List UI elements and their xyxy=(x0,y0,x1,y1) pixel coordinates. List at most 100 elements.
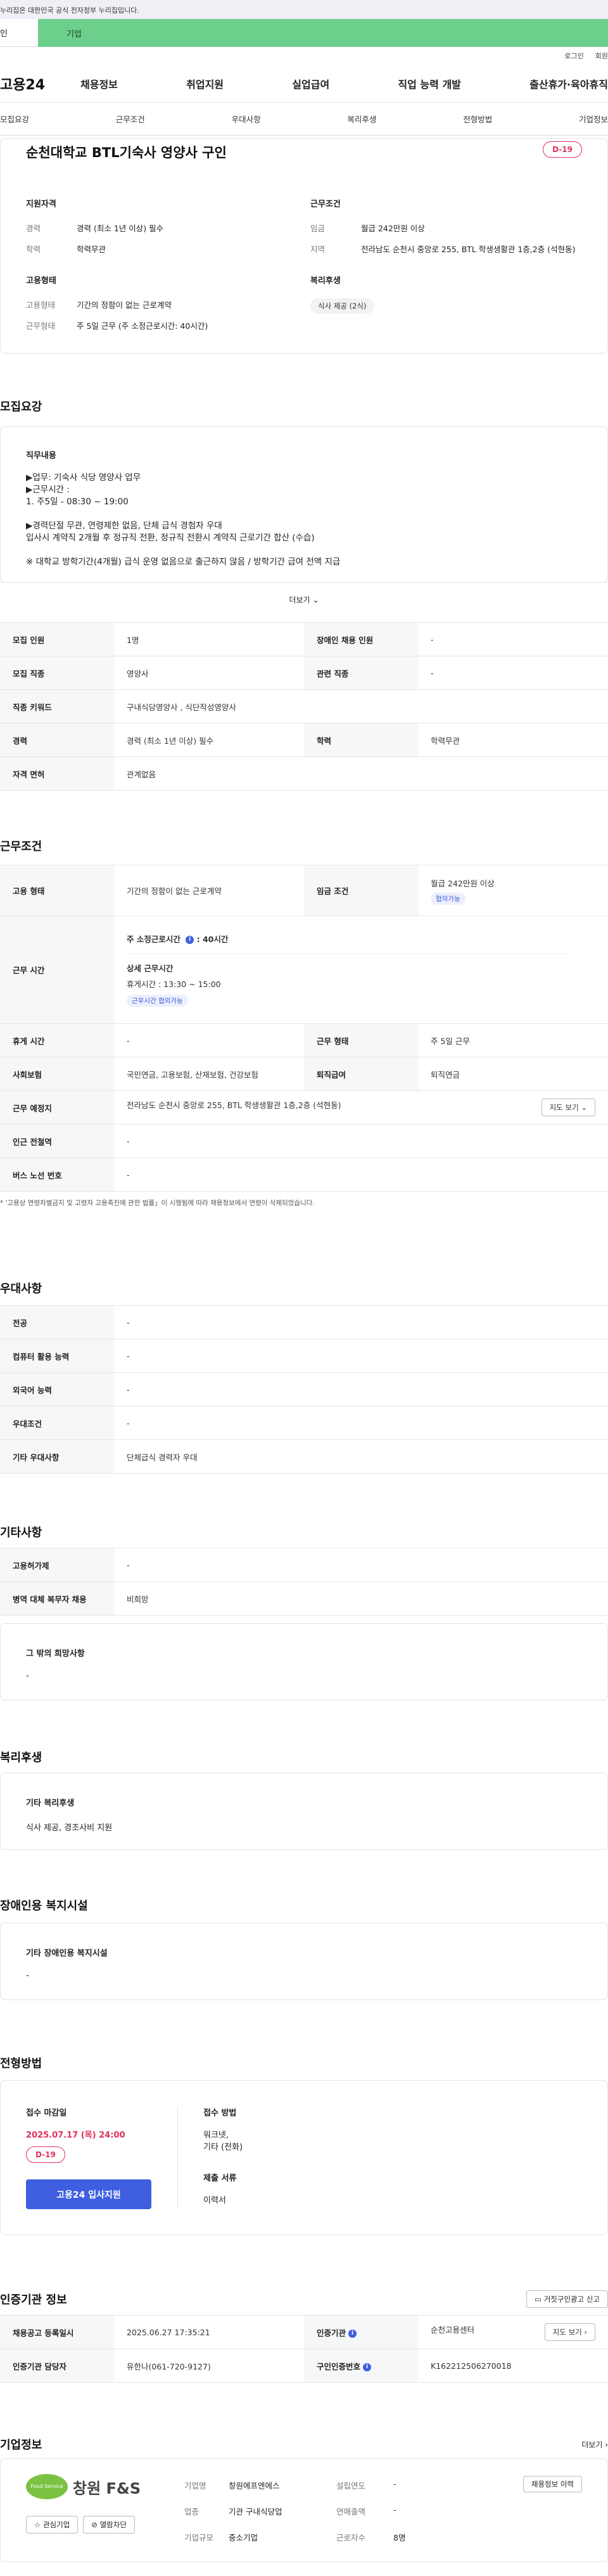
pref-table: 전공 - 컴퓨터 활용 능력 - 외국어 능력 - 우대조건 - 기타 우대사항 단체급식… xyxy=(0,1305,608,1474)
apply-button[interactable]: 고용24 입사지원 xyxy=(26,2179,151,2209)
tab-benefits[interactable]: 복리후생 xyxy=(347,113,376,125)
negotiable-tag: 협의가능 xyxy=(431,892,466,905)
etc-other-value: - xyxy=(26,1671,29,1681)
row-label: 고용 형태 xyxy=(0,865,114,916)
site-logo[interactable]: 고용24 xyxy=(0,73,80,94)
usertype-personal-tab[interactable]: 인 xyxy=(0,19,38,47)
hiring-history-button[interactable]: 채용정보 이력 xyxy=(522,2476,582,2492)
job-title: 순천대학교 BTL기숙사 영양사 구인 xyxy=(26,145,227,160)
desc-line: ▶경력단절 무관, 연령제한 없음, 단체 급식 경험자 우대 xyxy=(26,521,222,531)
weekly-hours-value: 40시간 xyxy=(202,934,229,944)
company-card: Food Service 창원 F&S ☆ 관심기업 ⊘ 열람차단 기업명 창원에… xyxy=(0,2458,608,2562)
benefit-card: 기타 복리후생 식사 제공, 경조사비 지원 xyxy=(0,1773,608,1850)
row-value: - xyxy=(114,1406,608,1440)
cert-table: 채용공고 등록일시 2025.06.27 17:35:21 인증기관 i 순천고용… xyxy=(0,2315,608,2383)
detail-tabs: 모집요강 근무조건 우대사항 복리후생 전형방법 기업정보 xyxy=(0,103,608,136)
tab-preferences[interactable]: 우대사항 xyxy=(232,113,261,125)
desc-more-label: 더보기 xyxy=(289,596,310,604)
login-link[interactable]: 로그인 xyxy=(564,51,583,61)
recruit-table: 모집 인원 1명 장애인 채용 인원 - 모집 직종 영양사 관련 직종 - 직… xyxy=(0,622,608,791)
table-row: 기타 우대사항 단체급식 경력자 우대 xyxy=(0,1439,608,1474)
benefit-box-title: 기타 복리후생 xyxy=(26,1799,75,1808)
info-icon[interactable]: i xyxy=(186,936,194,944)
table-row: 경력 경력 (최소 1년 이상) 필수 학력 학력무관 xyxy=(0,723,608,757)
table-row: 인근 전철역 - xyxy=(0,1124,608,1158)
usertype-company-tab[interactable]: 기업 xyxy=(38,19,608,47)
etc-other-title: 그 밖의 희망사항 xyxy=(26,1649,85,1659)
row-value: 국민연금, 고용보험, 산재보험, 건강보험 xyxy=(114,1057,304,1091)
recruit-section-title: 모집요강 xyxy=(0,400,42,414)
summary-cond-heading: 근무조건 xyxy=(310,200,341,209)
gnb-item-vocational-training[interactable]: 직업 능력 개발 xyxy=(398,76,460,91)
favorite-company-button[interactable]: ☆ 관심기업 xyxy=(26,2516,79,2534)
false-ad-report-label: 거짓구인광고 신고 xyxy=(543,2295,600,2304)
tab-process[interactable]: 전형방법 xyxy=(463,113,492,125)
chevron-right-icon: › xyxy=(605,2440,608,2449)
false-ad-report-button[interactable]: ▭ 거짓구인광고 신고 xyxy=(526,2290,608,2308)
hours-cell: 주 소정근로시간 i : 40시간 상세 근무시간 휴게시간 : 13:30 ~… xyxy=(114,915,608,1024)
company-label: 설립연도 xyxy=(336,2481,366,2490)
weekly-hours-label: 주 소정근로시간 xyxy=(127,934,180,944)
method-label: 접수 방법 xyxy=(203,2108,237,2118)
cert-agency-cell: 순천고용센터 지도 보기 › xyxy=(418,2315,608,2349)
company-more-link[interactable]: 더보기 › xyxy=(581,2439,608,2450)
info-icon[interactable]: i xyxy=(363,2362,372,2371)
summary-value: 기간의 정함이 없는 근로계약 xyxy=(77,300,172,310)
method-value-2: 기타 (전화) xyxy=(203,2143,243,2152)
row-label: 모집 직종 xyxy=(0,656,114,690)
gnb-item-jobs[interactable]: 채용정보 xyxy=(80,76,118,91)
row-value: 단체급식 경력자 우대 xyxy=(114,1439,608,1474)
job-desc-heading: 직무내용 xyxy=(26,451,56,461)
summary-label: 임금 xyxy=(310,224,326,233)
recruit-section: 모집요강 xyxy=(0,398,608,414)
disabled-section: 장애인용 복지시설 xyxy=(0,1897,608,1913)
cert-section-title: 인증기관 정보 xyxy=(0,2293,67,2307)
block-view-label: 열람차단 xyxy=(99,2520,127,2529)
info-icon[interactable]: i xyxy=(348,2329,357,2338)
row-value: - xyxy=(418,622,608,656)
pref-section: 우대사항 xyxy=(0,1280,608,1296)
tab-work-conditions[interactable]: 근무조건 xyxy=(116,113,145,125)
row-label: 근무 형태 xyxy=(304,1023,418,1057)
desc-line: 1. 주5일 - 08:30 ~ 19:00 xyxy=(26,497,129,507)
desc-more-button[interactable]: 더보기 ⌄ xyxy=(1,582,607,616)
block-view-button[interactable]: ⊘ 열람차단 xyxy=(83,2516,135,2534)
table-row: 고용 형태 기간의 정함이 없는 근로계약 임금 조건 월급 242만원 이상 … xyxy=(0,865,608,916)
desc-line xyxy=(26,544,582,556)
company-section-title: 기업정보 xyxy=(0,2439,42,2452)
process-dday-badge: D-19 xyxy=(26,2146,65,2163)
tab-company[interactable]: 기업정보 xyxy=(579,113,608,125)
row-value: 구내식당영양사 , 식단작성영양사 xyxy=(114,689,608,724)
gnb-item-employment-support[interactable]: 취업지원 xyxy=(186,76,224,91)
row-value: 유한나(061-720-9127) xyxy=(114,2349,304,2383)
table-row: 고용허가제 - xyxy=(0,1548,608,1582)
row-value: 2025.06.27 17:35:21 xyxy=(114,2315,304,2349)
tab-recruit[interactable]: 모집요강 xyxy=(0,113,29,125)
job-description-card: 직무내용 ▶업무: 기숙사 식당 영양사 업무 ▶근무시간 : 1. 주5일 -… xyxy=(0,426,608,604)
table-row: 채용공고 등록일시 2025.06.27 17:35:21 인증기관 i 순천고용… xyxy=(0,2315,608,2349)
gnb-item-unemployment-benefit[interactable]: 실업급여 xyxy=(292,76,329,91)
summary-welfare-heading: 복리후생 xyxy=(310,276,341,286)
row-label: 관련 직종 xyxy=(304,656,418,690)
summary-employment: 고용형태 고용형태 기간의 정함이 없는 근로계약 근무형태 주 5일 근무 (주 … xyxy=(26,274,298,340)
row-value: 1명 xyxy=(114,622,304,656)
cert-map-button[interactable]: 지도 보기 › xyxy=(544,2323,595,2341)
desc-line: 입사시 계약직 2개월 후 정규직 전환, 정규직 전환시 계약직 근로기간 합… xyxy=(26,533,315,543)
table-row: 모집 인원 1명 장애인 채용 인원 - xyxy=(0,622,608,656)
etc-other-card: 그 밖의 희망사항 - xyxy=(0,1623,608,1700)
company-more-label: 더보기 xyxy=(581,2440,603,2449)
join-link[interactable]: 회원 xyxy=(595,51,608,61)
row-label: 임금 조건 xyxy=(304,865,418,916)
summary-label: 경력 xyxy=(26,224,41,233)
desc-line: ▶업무: 기숙사 식당 영양사 업무 xyxy=(26,473,141,483)
table-row: 근무 시간 주 소정근로시간 i : 40시간 상세 근무시간 휴게시간 : 1… xyxy=(0,915,608,1024)
map-view-button[interactable]: 지도 보기 ⌄ xyxy=(541,1099,595,1116)
company-value: 창원에프엔에스 xyxy=(229,2481,280,2490)
place-cell: 전라남도 순천시 중앙로 255, BTL 학생생활관 1층,2층 (석현동) … xyxy=(114,1090,608,1125)
desc-line xyxy=(26,508,582,520)
row-value: 영양사 xyxy=(114,656,304,690)
age-law-note: * '고용상 연령차별금지 및 고령자 고용촉진에 관한 법률」이 시행됨에 따… xyxy=(0,1199,315,1207)
gnb-item-parental-leave[interactable]: 출산휴가·육아휴직 xyxy=(529,76,608,91)
cert-header: 인증기관 정보 ▭ 거짓구인광고 신고 xyxy=(0,2290,608,2308)
row-label: 기타 우대사항 xyxy=(0,1439,114,1474)
